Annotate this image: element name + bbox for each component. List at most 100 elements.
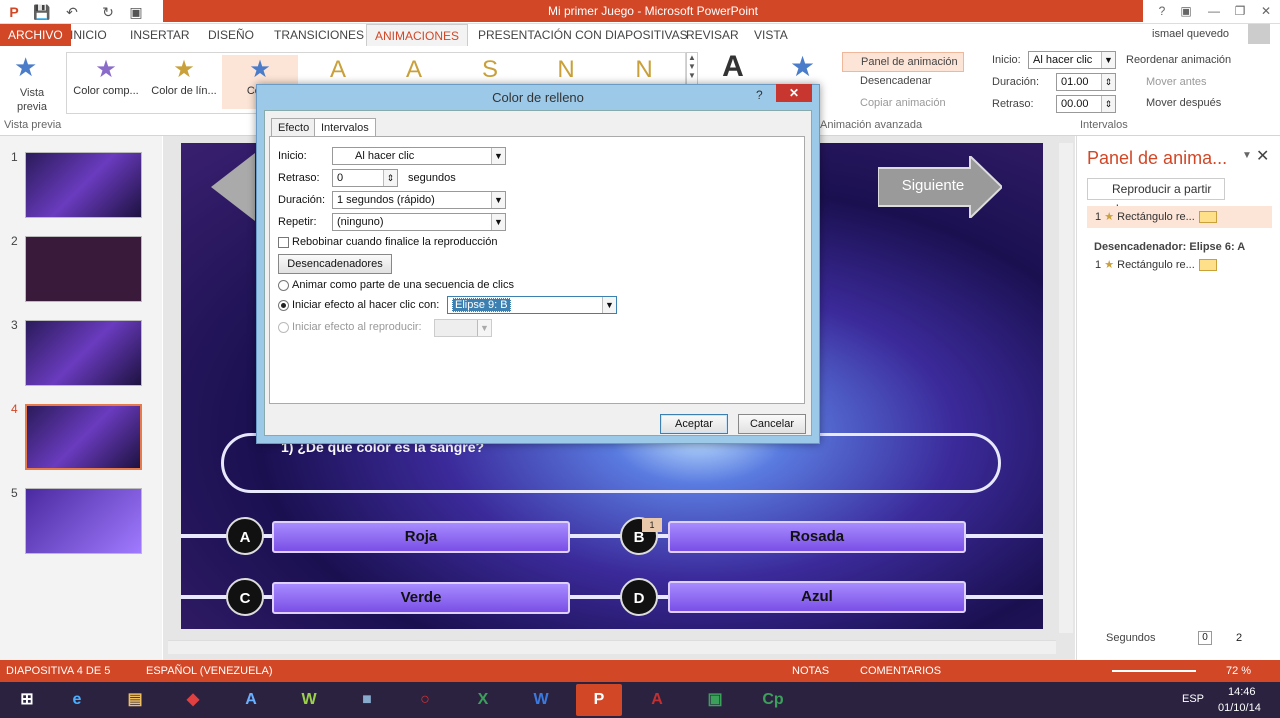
slide-thumb-2[interactable] — [25, 236, 142, 302]
trigger-button[interactable]: Desencadenar — [844, 75, 932, 87]
duration-label: Duración: — [278, 194, 326, 206]
trigger-shape-select[interactable]: Elipse 9: B ▼ — [447, 296, 617, 314]
vertical-scrollbar[interactable] — [1059, 143, 1073, 633]
pane-dropdown-icon[interactable]: ▼ — [1242, 150, 1252, 161]
slide-thumb-5[interactable] — [25, 488, 142, 554]
horizontal-scrollbar[interactable] — [168, 640, 1056, 654]
app-icon[interactable]: ■ — [344, 684, 390, 716]
play-from-button[interactable]: Reproducir a partir de — [1087, 178, 1225, 216]
access-icon[interactable]: A — [634, 684, 680, 716]
seconds-dropdown[interactable]: Segundos — [1106, 632, 1156, 644]
close-window-button[interactable]: ✕ — [1252, 2, 1280, 20]
app-icon[interactable]: ◆ — [170, 684, 216, 716]
start-on-play-radio[interactable] — [278, 322, 289, 333]
undo-icon[interactable]: ↶ — [62, 2, 82, 22]
delay-input[interactable]: 00.00 ⇕ — [1056, 95, 1116, 113]
creative-cloud-icon[interactable]: ○ — [402, 684, 448, 716]
tab-revisar[interactable]: REVISAR — [678, 24, 747, 46]
repeat-select[interactable]: (ninguno) ▼ — [332, 213, 506, 231]
back-arrow-shape[interactable] — [211, 153, 255, 221]
dialog-help-button[interactable]: ? — [756, 88, 763, 102]
answer-d-bar[interactable]: Azul — [668, 581, 966, 613]
save-icon[interactable]: 💾 — [32, 2, 52, 22]
zoom-level[interactable]: 72 % — [1226, 660, 1251, 682]
answer-b-bar[interactable]: Rosada — [668, 521, 966, 553]
app-icon[interactable]: W — [286, 684, 332, 716]
tab-inicio[interactable]: INICIO — [62, 24, 115, 46]
delay-input[interactable]: 0 ⇕ — [332, 169, 398, 187]
avatar[interactable] — [1248, 24, 1270, 44]
spinner-icon: ⇕ — [1101, 96, 1115, 112]
answer-a-circle[interactable]: A — [226, 517, 264, 555]
windows-start-icon[interactable]: ⊞ — [4, 684, 50, 716]
ribbon-options-icon[interactable]: ▣ — [1172, 2, 1200, 20]
gallery-item-line-color[interactable]: ★ Color de lín... — [146, 55, 222, 109]
dialog-close-icon[interactable]: ✕ — [776, 84, 812, 102]
dropdown-arrow-icon: ▼ — [1101, 52, 1115, 68]
start-select[interactable]: Al hacer clic ▼ — [1028, 51, 1116, 69]
minimize-button[interactable]: — — [1200, 2, 1228, 20]
tab-diseno[interactable]: DISEÑO — [200, 24, 262, 46]
triggers-button[interactable]: Desencadenadores — [278, 254, 392, 274]
tab-vista[interactable]: VISTA — [746, 24, 796, 46]
duration-select[interactable]: 1 segundos (rápido) ▼ — [332, 191, 506, 209]
word-icon[interactable]: W — [518, 684, 564, 716]
slide-thumb-3[interactable] — [25, 320, 142, 386]
app-icon[interactable]: ▣ — [692, 684, 738, 716]
rewind-checkbox[interactable] — [278, 237, 289, 248]
start-from-beginning-icon[interactable]: ▣ — [126, 2, 146, 22]
move-before-button[interactable]: Mover antes — [1132, 76, 1207, 88]
notes-button[interactable]: NOTAS — [792, 660, 829, 682]
repeat-label: Repetir: — [278, 216, 317, 228]
start-on-click-radio[interactable] — [278, 300, 289, 311]
animation-item[interactable]: 1 ★ Rectángulo re... — [1087, 254, 1272, 276]
copy-animation-button[interactable]: Copiar animación — [844, 97, 946, 109]
animate-sequence-radio[interactable] — [278, 280, 289, 291]
slide-thumb-4[interactable] — [25, 404, 142, 470]
comments-button[interactable]: COMENTARIOS — [860, 660, 941, 682]
language-indicator[interactable]: ESPAÑOL (VENEZUELA) — [146, 660, 273, 682]
captivate-icon[interactable]: Cp — [750, 684, 796, 716]
bookmark-select[interactable]: ▼ — [434, 319, 492, 337]
internet-explorer-icon[interactable]: e — [54, 684, 100, 716]
tab-efecto[interactable]: Efecto — [271, 118, 317, 137]
close-pane-icon[interactable]: ✕ — [1256, 146, 1269, 166]
timeline-start[interactable]: 0 — [1198, 631, 1212, 645]
duration-input[interactable]: 01.00 ⇕ — [1056, 73, 1116, 91]
cancel-button[interactable]: Cancelar — [738, 414, 806, 434]
animation-item[interactable]: 1 ★ Rectángulo re... — [1087, 206, 1272, 228]
gallery-item-complementary-color[interactable]: ★ Color comp... — [68, 55, 144, 109]
preview-star-icon[interactable]: ★ — [14, 52, 37, 83]
answer-c-bar[interactable]: Verde — [272, 582, 570, 614]
tab-insertar[interactable]: INSERTAR — [122, 24, 198, 46]
timeline-end[interactable]: 2 — [1236, 632, 1242, 644]
app-icon[interactable]: A — [228, 684, 274, 716]
star-icon: ★ — [249, 56, 271, 83]
star-icon: ★ — [95, 56, 117, 83]
answer-c-circle[interactable]: C — [226, 578, 264, 616]
answer-a-bar[interactable]: Roja — [272, 521, 570, 553]
restore-button[interactable]: ❐ — [1226, 2, 1254, 20]
tab-intervalos[interactable]: Intervalos — [314, 118, 376, 137]
redo-icon[interactable]: ↻ — [98, 2, 118, 22]
powerpoint-icon[interactable]: P — [576, 684, 622, 716]
tab-animaciones[interactable]: ANIMACIONES — [366, 24, 469, 46]
preview-button[interactable]: Vista previa — [10, 86, 54, 114]
slide-thumb-1[interactable] — [25, 152, 142, 218]
tab-transiciones[interactable]: TRANSICIONES — [266, 24, 372, 46]
answer-d-circle[interactable]: D — [620, 578, 658, 616]
tab-archivo[interactable]: ARCHIVO — [0, 24, 71, 46]
clock-time[interactable]: 14:46 — [1228, 686, 1256, 698]
keyboard-language[interactable]: ESP — [1182, 693, 1204, 705]
file-explorer-icon[interactable]: ▤ — [112, 684, 158, 716]
clock-date[interactable]: 01/10/14 — [1218, 702, 1261, 714]
excel-icon[interactable]: X — [460, 684, 506, 716]
user-name[interactable]: ismael quevedo — [1152, 28, 1229, 40]
zoom-slider[interactable] — [1112, 670, 1196, 672]
add-animation-icon[interactable]: ★ — [790, 50, 815, 83]
ok-button[interactable]: Aceptar — [660, 414, 728, 434]
move-after-button[interactable]: Mover después — [1132, 97, 1221, 109]
tab-presentacion[interactable]: PRESENTACIÓN CON DIAPOSITIVAS — [470, 24, 696, 46]
animation-pane-button[interactable]: Panel de animación — [842, 52, 964, 72]
start-select[interactable]: Al hacer clic ▼ — [332, 147, 506, 165]
